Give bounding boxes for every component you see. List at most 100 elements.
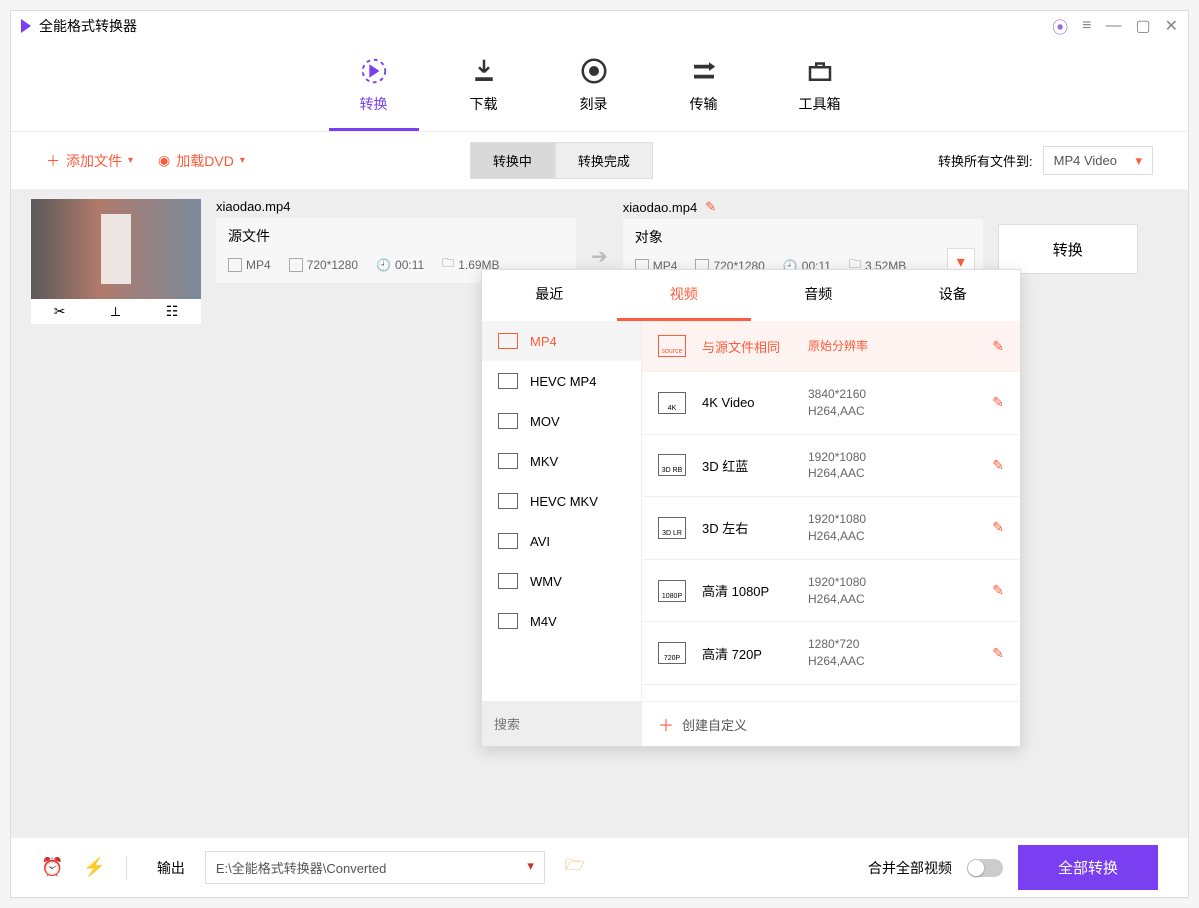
format-icon bbox=[498, 453, 518, 469]
status-tabs: 转换中 转换完成 bbox=[470, 142, 653, 179]
format-item[interactable]: HEVC MKV bbox=[482, 481, 641, 521]
hamburger-menu-icon[interactable]: ≡ bbox=[1082, 17, 1091, 35]
tab-toolbox-label: 工具箱 bbox=[799, 94, 841, 114]
format-item[interactable]: M4V bbox=[482, 601, 641, 641]
preset-icon: 3D RB bbox=[658, 454, 686, 476]
titlebar: 全能格式转换器 ⦿ ≡ — ▢ ✕ bbox=[11, 11, 1188, 41]
main-tabs: 转换 下载 刻录 传输 工具箱 bbox=[11, 41, 1188, 131]
tab-convert[interactable]: 转换 bbox=[359, 56, 389, 131]
output-path-select[interactable]: E:\全能格式转换器\Converted bbox=[205, 851, 545, 884]
format-label: AVI bbox=[530, 534, 550, 549]
burn-icon bbox=[579, 56, 609, 86]
preset-item[interactable]: 720P 高清 720P 1280*720H264,AAC ✎ bbox=[642, 622, 1020, 685]
tab-transfer-label: 传输 bbox=[690, 94, 718, 114]
close-button[interactable]: ✕ bbox=[1165, 16, 1178, 36]
edit-preset-icon[interactable]: ✎ bbox=[992, 457, 1004, 474]
thumbnail-tools: ✂ ⟂ ☷ bbox=[31, 299, 201, 324]
output-label: 输出 bbox=[157, 858, 185, 878]
format-icon bbox=[498, 613, 518, 629]
format-item[interactable]: WMV bbox=[482, 561, 641, 601]
format-icon bbox=[228, 258, 242, 272]
edit-preset-icon[interactable]: ✎ bbox=[992, 338, 1004, 355]
edit-preset-icon[interactable]: ✎ bbox=[992, 582, 1004, 599]
tab-convert-label: 转换 bbox=[360, 94, 388, 114]
video-thumbnail[interactable] bbox=[31, 199, 201, 299]
convert-button[interactable]: 转换 bbox=[998, 224, 1138, 274]
target-filename: xiaodao.mp4 bbox=[623, 200, 697, 215]
add-file-label: 添加文件 bbox=[66, 151, 122, 171]
add-file-button[interactable]: ＋ 添加文件 ▾ bbox=[46, 151, 133, 171]
preset-item[interactable]: source 与源文件相同 原始分辨率 ✎ bbox=[642, 321, 1020, 372]
output-format-select[interactable]: MP4 Video bbox=[1043, 146, 1153, 175]
dd-tab-recent[interactable]: 最近 bbox=[482, 270, 617, 321]
merge-toggle[interactable] bbox=[967, 859, 1003, 877]
format-list[interactable]: MP4 HEVC MP4 MOV MKV HEVC MKV AVI WMV M4V bbox=[482, 321, 642, 701]
thumbnail-wrap: ✂ ⟂ ☷ bbox=[31, 199, 201, 324]
dd-tab-video[interactable]: 视频 bbox=[617, 270, 752, 321]
format-label: HEVC MKV bbox=[530, 494, 598, 509]
open-folder-icon[interactable]: 🗁 bbox=[565, 854, 585, 881]
format-item[interactable]: MOV bbox=[482, 401, 641, 441]
edit-preset-icon[interactable]: ✎ bbox=[992, 394, 1004, 411]
convert-all-button[interactable]: 全部转换 bbox=[1018, 845, 1158, 890]
convert-icon bbox=[359, 56, 389, 86]
format-label: M4V bbox=[530, 614, 557, 629]
edit-preset-icon[interactable]: ✎ bbox=[992, 519, 1004, 536]
cut-icon[interactable]: ✂ bbox=[54, 303, 66, 320]
format-dropdown-popup: 最近 视频 音频 设备 MP4 HEVC MP4 MOV MKV HEVC MKV AVI… bbox=[481, 269, 1021, 747]
dd-tab-audio[interactable]: 音频 bbox=[751, 270, 886, 321]
tab-transfer[interactable]: 传输 bbox=[689, 56, 719, 131]
footer: ⏰ ⚡ 输出 E:\全能格式转换器\Converted 🗁 合并全部视频 全部转… bbox=[11, 837, 1188, 897]
alarm-icon[interactable]: ⏰ bbox=[41, 857, 63, 878]
format-label: MKV bbox=[530, 454, 558, 469]
load-dvd-button[interactable]: ◉ 加载DVD ▾ bbox=[158, 151, 245, 171]
transfer-icon bbox=[689, 56, 719, 86]
settings-icon[interactable]: ☷ bbox=[166, 303, 179, 320]
plus-icon: ＋ bbox=[658, 712, 674, 736]
format-item[interactable]: HEVC MP4 bbox=[482, 361, 641, 401]
maximize-button[interactable]: ▢ bbox=[1135, 16, 1150, 36]
preset-item[interactable]: 3D LR 3D 左右 1920*1080H264,AAC ✎ bbox=[642, 497, 1020, 560]
content-area: ✂ ⟂ ☷ xiaodao.mp4 源文件 MP4 720*1280 🕘00:1… bbox=[11, 189, 1188, 837]
format-item[interactable]: MP4 bbox=[482, 321, 641, 361]
preset-detail: 1920*1080H264,AAC bbox=[808, 574, 976, 608]
edit-filename-icon[interactable]: ✎ bbox=[705, 199, 716, 215]
dd-tab-device[interactable]: 设备 bbox=[886, 270, 1021, 321]
dropdown-tabs: 最近 视频 音频 设备 bbox=[482, 270, 1020, 321]
crop-icon[interactable]: ⟂ bbox=[111, 303, 120, 320]
edit-preset-icon[interactable]: ✎ bbox=[992, 645, 1004, 662]
source-title: 源文件 bbox=[228, 226, 564, 246]
tab-download[interactable]: 下载 bbox=[469, 56, 499, 131]
disc-icon: ◉ bbox=[158, 152, 170, 169]
minimize-button[interactable]: — bbox=[1105, 17, 1121, 35]
preset-icon: 4K bbox=[658, 392, 686, 414]
download-icon bbox=[469, 56, 499, 86]
preset-item[interactable]: 3D RB 3D 红蓝 1920*1080H264,AAC ✎ bbox=[642, 435, 1020, 498]
status-tab-converting[interactable]: 转换中 bbox=[470, 142, 555, 179]
folder-icon: 🗀 bbox=[442, 254, 454, 275]
user-icon[interactable]: ⦿ bbox=[1052, 14, 1068, 38]
lightning-icon[interactable]: ⚡ bbox=[83, 857, 105, 878]
create-custom-label: 创建自定义 bbox=[682, 715, 747, 734]
source-resolution: 720*1280 bbox=[307, 258, 358, 272]
preset-detail: 原始分辨率 bbox=[808, 338, 976, 355]
preset-detail: 1920*1080H264,AAC bbox=[808, 449, 976, 483]
source-format: MP4 bbox=[246, 258, 271, 272]
preset-detail: 1920*1080H264,AAC bbox=[808, 511, 976, 545]
tab-toolbox[interactable]: 工具箱 bbox=[799, 56, 841, 131]
preset-name: 高清 720P bbox=[702, 644, 792, 663]
tab-burn[interactable]: 刻录 bbox=[579, 56, 609, 131]
toolbar: ＋ 添加文件 ▾ ◉ 加载DVD ▾ 转换中 转换完成 转换所有文件到: MP4… bbox=[11, 131, 1188, 189]
status-tab-done[interactable]: 转换完成 bbox=[555, 142, 653, 179]
search-input[interactable] bbox=[482, 702, 642, 746]
format-item[interactable]: AVI bbox=[482, 521, 641, 561]
preset-item[interactable]: 4K 4K Video 3840*2160H264,AAC ✎ bbox=[642, 372, 1020, 435]
resolution-icon bbox=[289, 258, 303, 272]
format-item[interactable]: MKV bbox=[482, 441, 641, 481]
format-label: HEVC MP4 bbox=[530, 374, 596, 389]
preset-list[interactable]: source 与源文件相同 原始分辨率 ✎4K 4K Video 3840*21… bbox=[642, 321, 1020, 701]
create-custom-button[interactable]: ＋ 创建自定义 bbox=[642, 702, 1020, 746]
source-filename: xiaodao.mp4 bbox=[216, 199, 576, 214]
preset-item[interactable]: 1080P 高清 1080P 1920*1080H264,AAC ✎ bbox=[642, 560, 1020, 623]
preset-icon: source bbox=[658, 335, 686, 357]
